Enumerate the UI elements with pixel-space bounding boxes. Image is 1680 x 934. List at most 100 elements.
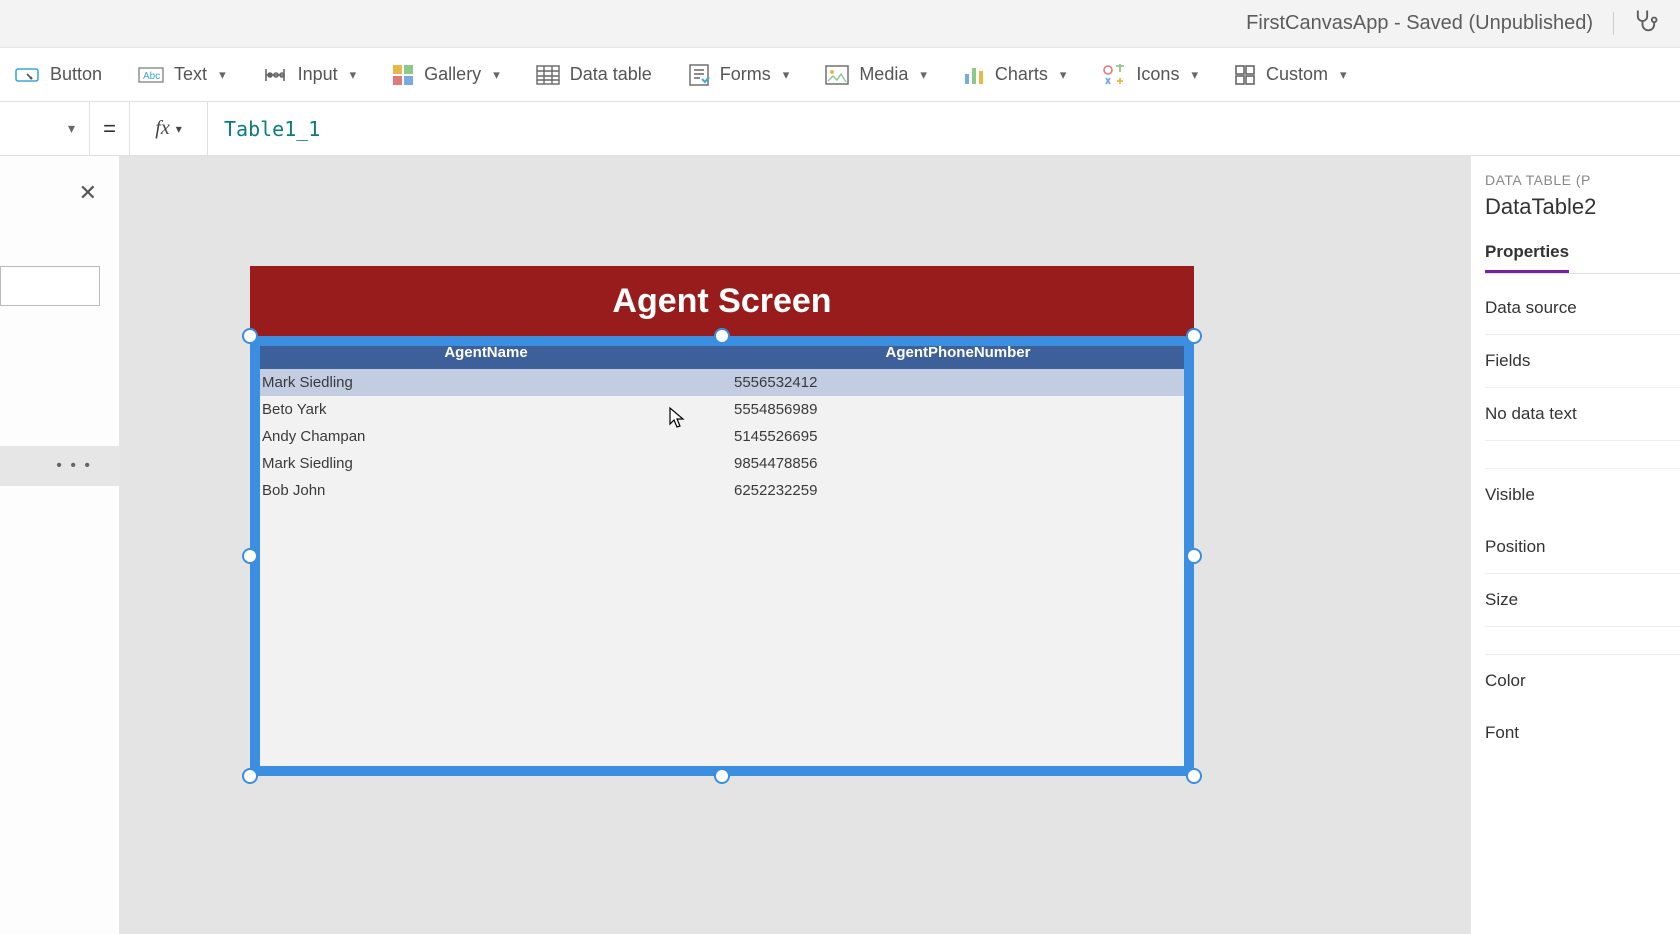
chevron-down-icon: ▾ [493,67,500,83]
tree-selected-item[interactable]: • • • [0,446,120,486]
ribbon-icons[interactable]: Icons ▾ [1098,58,1202,92]
custom-icon [1234,64,1256,86]
resize-handle-br[interactable] [1186,768,1202,784]
ribbon-media-label: Media [859,64,908,85]
chevron-down-icon: ▾ [350,67,357,83]
resize-handle-bl[interactable] [242,768,258,784]
chevron-down-icon: ▾ [1060,67,1067,83]
ribbon-gallery-label: Gallery [424,64,481,85]
cell-agentname: Mark Siedling [250,369,722,396]
prop-visible[interactable]: Visible [1485,469,1680,521]
column-header-agentphone[interactable]: AgentPhoneNumber [722,336,1194,369]
screen-title: Agent Screen [250,266,1194,336]
gallery-icon [392,64,414,86]
chevron-down-icon: ▾ [1191,67,1198,83]
prop-spacer [1485,627,1680,655]
control-name[interactable]: DataTable2 [1485,194,1680,220]
equals-sign: = [90,102,130,155]
resize-handle-mr[interactable] [1186,548,1202,564]
ribbon-datatable[interactable]: Data table [532,58,656,91]
close-icon[interactable]: ✕ [79,180,97,206]
table-row[interactable]: Andy Champan5145526695 [250,423,1194,450]
media-icon [825,65,849,85]
canvas[interactable]: Agent Screen AgentName AgentPhoneNumber … [120,156,1470,934]
ribbon-forms-label: Forms [720,64,771,85]
ribbon-media[interactable]: Media ▾ [821,58,931,91]
resize-handle-tl[interactable] [242,328,258,344]
cell-agentphone: 5145526695 [722,423,1194,450]
title-bar: FirstCanvasApp - Saved (Unpublished) [0,0,1680,48]
tab-properties[interactable]: Properties [1485,234,1569,273]
icons-icon [1102,64,1126,86]
ribbon-text-label: Text [174,64,207,85]
ribbon-custom-label: Custom [1266,64,1328,85]
control-type-label: DATA TABLE (P [1485,172,1680,188]
cell-agentname: Mark Siedling [250,450,722,477]
resize-handle-ml[interactable] [242,548,258,564]
charts-icon [963,64,985,86]
formula-input[interactable]: Table1_1 [208,102,1680,155]
chevron-down-icon: ▾ [68,120,75,137]
chevron-down-icon: ▾ [783,67,790,83]
column-header-agentname[interactable]: AgentName [250,336,722,369]
ribbon-datatable-label: Data table [570,64,652,85]
formula-bar: ▾ = fx ▾ Table1_1 [0,102,1680,156]
cell-agentname: Beto Yark [250,396,722,423]
prop-position[interactable]: Position [1485,521,1680,574]
datatable-icon [536,65,560,85]
ribbon-button[interactable]: Button [10,58,106,92]
prop-data-source[interactable]: Data source [1485,282,1680,335]
resize-handle-bc[interactable] [714,768,730,784]
property-selector[interactable]: ▾ [0,102,90,155]
resize-handle-tr[interactable] [1186,328,1202,344]
forms-icon [688,63,710,87]
app-title: FirstCanvasApp - Saved (Unpublished) [1246,12,1614,35]
prop-font[interactable]: Font [1485,707,1680,759]
main-area: ✕ • • • Agent Screen AgentName AgentPhon… [0,156,1680,934]
cell-agentphone: 5556532412 [722,369,1194,396]
ribbon-custom[interactable]: Custom ▾ [1230,58,1351,92]
prop-color[interactable]: Color [1485,655,1680,707]
properties-panel: DATA TABLE (P DataTable2 Properties Data… [1470,156,1680,934]
prop-fields[interactable]: Fields [1485,335,1680,388]
prop-size[interactable]: Size [1485,574,1680,627]
ribbon-gallery[interactable]: Gallery ▾ [388,58,504,92]
prop-spacer [1485,441,1680,469]
ribbon-charts[interactable]: Charts ▾ [959,58,1071,92]
datatable-control[interactable]: AgentName AgentPhoneNumber Mark Siedling… [250,336,1194,776]
ribbon-button-label: Button [50,64,102,85]
insert-ribbon: Button Abc Text ▾ Input ▾ Gallery ▾ Data… [0,48,1680,102]
cell-agentphone: 9854478856 [722,450,1194,477]
cell-agentname: Andy Champan [250,423,722,450]
datatable[interactable]: AgentName AgentPhoneNumber Mark Siedling… [250,336,1194,776]
table-row[interactable]: Mark Siedling5556532412 [250,369,1194,396]
chevron-down-icon: ▾ [920,67,927,83]
ribbon-input[interactable]: Input ▾ [258,58,361,91]
cell-agentname: Bob John [250,477,722,504]
chevron-down-icon: ▾ [219,67,226,83]
prop-no-data-text[interactable]: No data text [1485,388,1680,441]
input-icon [262,65,288,85]
table-row[interactable]: Mark Siedling9854478856 [250,450,1194,477]
app-screen: Agent Screen AgentName AgentPhoneNumber … [250,266,1194,776]
button-icon [14,64,40,86]
ribbon-icons-label: Icons [1136,64,1179,85]
text-icon: Abc [138,65,164,85]
ribbon-charts-label: Charts [995,64,1048,85]
cell-agentphone: 5554856989 [722,396,1194,423]
resize-handle-tc[interactable] [714,328,730,344]
svg-text:Abc: Abc [143,71,160,82]
app-checker-icon[interactable] [1632,7,1660,40]
ellipsis-icon[interactable]: • • • [56,457,92,475]
left-tree-panel: ✕ • • • [0,156,120,934]
properties-tabs: Properties [1485,234,1680,274]
cell-agentphone: 6252232259 [722,477,1194,504]
fx-button[interactable]: fx ▾ [130,102,208,155]
ribbon-forms[interactable]: Forms ▾ [684,57,794,93]
fx-label: fx [155,117,169,140]
chevron-down-icon: ▾ [176,122,182,136]
table-row[interactable]: Beto Yark5554856989 [250,396,1194,423]
search-input[interactable] [0,266,100,306]
table-row[interactable]: Bob John6252232259 [250,477,1194,504]
ribbon-text[interactable]: Abc Text ▾ [134,58,230,91]
